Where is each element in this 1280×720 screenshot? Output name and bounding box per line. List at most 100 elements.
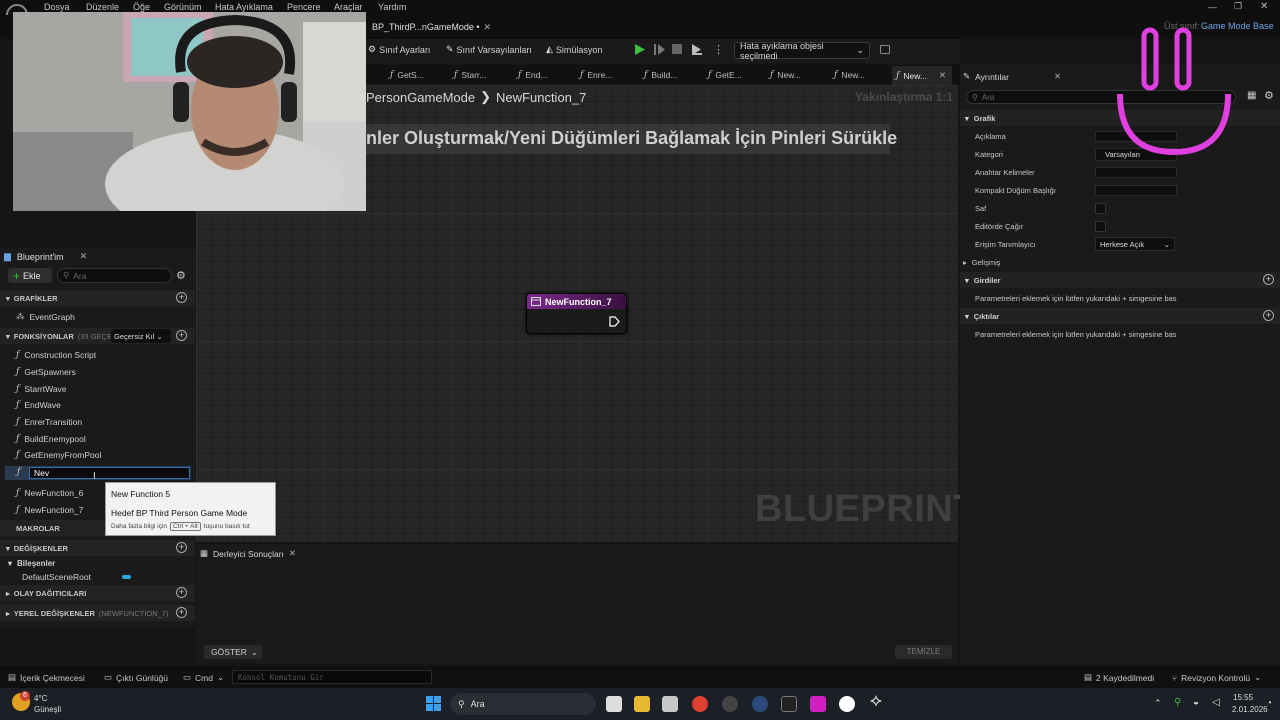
tab-new-function-5[interactable]: ƒ New... <box>770 70 801 80</box>
taskbar-search[interactable]: ⚲ Ara <box>450 693 596 715</box>
compact-title-field[interactable] <box>1095 185 1177 196</box>
call-in-editor-checkbox[interactable] <box>1095 221 1106 232</box>
obs-icon[interactable] <box>722 696 738 712</box>
menu-debug[interactable]: Hata Ayıklama <box>215 2 273 12</box>
list-item-function[interactable]: ƒ GetSpawners <box>16 367 76 377</box>
close-tab-icon[interactable]: ✕ <box>939 70 946 81</box>
list-item-event-graph[interactable]: ⁂ EventGraph <box>16 311 75 322</box>
pure-checkbox[interactable] <box>1095 203 1106 214</box>
cmd-dropdown[interactable]: ▭ Cmd ⌄ <box>183 672 224 683</box>
function-entry-node[interactable]: NewFunction_7 <box>526 293 627 334</box>
section-event-dispatchers[interactable]: ▸ OLAY DAĞITICILARI + <box>0 585 195 601</box>
output-log-button[interactable]: ▭ Çıktı Günlüğü <box>104 672 168 683</box>
my-blueprint-tab[interactable]: ▆ Blueprint'im ✕ <box>4 251 87 262</box>
task-view-icon[interactable] <box>606 696 622 712</box>
step-icon[interactable] <box>653 43 666 56</box>
stop-icon[interactable] <box>672 44 683 55</box>
file-explorer-icon[interactable] <box>634 696 650 712</box>
add-output-icon[interactable]: + <box>1263 310 1274 321</box>
app-pink-icon[interactable] <box>810 696 826 712</box>
find-icon[interactable] <box>880 45 890 54</box>
mic-icon[interactable]: ⚲ <box>1174 697 1181 708</box>
list-item-function[interactable]: ƒ NewFunction_6 <box>16 488 83 498</box>
steam-icon[interactable] <box>752 696 768 712</box>
clock-date[interactable]: 2.01.2026 <box>1232 705 1268 714</box>
list-item-function[interactable]: ƒ BuildEnemypool <box>16 434 86 444</box>
function-rename-input[interactable] <box>29 467 190 479</box>
add-dispatcher-icon[interactable]: + <box>176 587 187 598</box>
keywords-field[interactable] <box>1095 167 1177 178</box>
list-item-function[interactable]: ƒ StarrtWave <box>16 384 67 394</box>
exec-pin-icon[interactable] <box>609 316 620 327</box>
play-icon[interactable] <box>633 43 646 56</box>
eject-icon[interactable] <box>690 43 703 56</box>
close-tab-icon[interactable]: ✕ <box>80 251 88 262</box>
tab-get-spawners[interactable]: ƒ GetS... <box>390 70 424 80</box>
list-item-function[interactable]: ƒ NewFunction_7 <box>16 505 83 515</box>
minimize-icon[interactable]: — <box>1208 2 1217 12</box>
outputs-section[interactable]: ▾ Çıktılar + <box>960 308 1280 324</box>
notification-bell-icon[interactable]: ◔ <box>1266 698 1272 709</box>
close-tab-icon[interactable]: ✕ <box>1054 71 1061 82</box>
content-drawer-button[interactable]: ▤ İçerik Çekmecesi <box>8 672 85 683</box>
tab-new-function-7[interactable]: ƒ New... ✕ <box>896 70 946 81</box>
epic-games-icon[interactable] <box>781 696 797 712</box>
breadcrumb-parent[interactable]: PersonGameMode <box>366 90 475 105</box>
console-input[interactable]: Konsol Komutunu Gir <box>232 670 432 684</box>
table-view-icon[interactable]: ▦ <box>1247 90 1256 101</box>
inputs-section[interactable]: ▾ Girdiler + <box>960 272 1280 288</box>
menu-view[interactable]: Görünüm <box>164 2 202 12</box>
clock-time[interactable]: 15:55 <box>1233 693 1253 702</box>
list-item-function[interactable]: ƒ EndWave <box>16 400 61 410</box>
add-graph-icon[interactable]: + <box>176 292 187 303</box>
tab-end-wave[interactable]: ƒ End... <box>518 70 548 80</box>
menu-window[interactable]: Pencere <box>287 2 321 12</box>
tab-enrer-transition[interactable]: ƒ Enre... <box>580 70 612 80</box>
advanced-toggle[interactable]: ▸ Gelişmiş <box>963 258 1001 267</box>
close-tab-icon[interactable]: ✕ <box>289 548 296 559</box>
revision-control-button[interactable]: ⑂ Revizyon Kontrolü ⌄ <box>1172 672 1261 683</box>
network-icon[interactable]: ◒ <box>1193 697 1199 708</box>
class-defaults-button[interactable]: ✎ Sınıf Varsayılanları <box>446 44 532 55</box>
list-item-component[interactable]: DefaultSceneRoot <box>22 572 91 582</box>
settings-gear-icon[interactable]: ⚙ <box>1264 89 1274 102</box>
add-button[interactable]: + Ekle <box>8 268 52 283</box>
add-input-icon[interactable]: + <box>1263 274 1274 285</box>
blueprint-document-tab[interactable]: BP_ThirdP...nGameMode • ✕ <box>366 18 497 36</box>
windows-start-icon[interactable] <box>426 696 442 712</box>
list-item-function[interactable]: ƒ GetEnemyFromPool <box>16 450 101 460</box>
menu-tools[interactable]: Araçlar <box>334 2 363 12</box>
chrome-icon[interactable] <box>692 696 708 712</box>
section-graphs[interactable]: ▾ GRAFİKLER + <box>0 290 195 306</box>
clear-button[interactable]: TEMİZLE <box>895 645 952 659</box>
tab-starrt-wave[interactable]: ƒ Starr... <box>454 70 486 80</box>
details-tab[interactable]: ✎ Ayrıntılar ✕ <box>963 71 1061 82</box>
tab-build-enemy-pool[interactable]: ƒ Build... <box>644 70 677 80</box>
menu-edit[interactable]: Düzenle <box>86 2 119 12</box>
tab-get-enemy-from-pool[interactable]: ƒ GetE... <box>708 70 742 80</box>
unreal-engine-icon[interactable] <box>839 696 855 712</box>
simulation-button[interactable]: ◭ Simülasyon <box>546 44 602 55</box>
blueprint-search-input[interactable]: ⚲ Ara <box>57 268 172 283</box>
show-button[interactable]: GÖSTER ⌄ <box>204 645 262 659</box>
menu-file[interactable]: Dosya <box>44 2 70 12</box>
section-local-variables[interactable]: ▸ YEREL DEĞİŞKENLER (NEWFUNCTION_7) + <box>0 605 195 621</box>
access-specifier-select[interactable]: Herkese Açık ⌄ <box>1095 237 1175 251</box>
menu-help[interactable]: Yardım <box>378 2 406 12</box>
close-tab-icon[interactable]: ✕ <box>484 22 492 33</box>
debug-object-select[interactable]: Hata ayıklama objesi seçilmedi ⌄ <box>734 41 870 61</box>
add-function-icon[interactable]: + <box>176 330 187 341</box>
volume-icon[interactable]: ◁ <box>1212 697 1220 708</box>
compiler-results-tab[interactable]: ▦ Derleyici Sonuçları ✕ <box>200 548 296 559</box>
list-item-function[interactable]: ƒ EnrerTransition <box>16 417 82 427</box>
components-group[interactable]: ▾ Bileşenler <box>8 559 55 568</box>
list-item-function[interactable]: ƒ Construction Script <box>16 350 96 360</box>
add-variable-icon[interactable]: + <box>176 542 187 553</box>
store-icon[interactable] <box>662 696 678 712</box>
more-options-icon[interactable]: ⋮ <box>713 43 724 56</box>
maximize-icon[interactable]: ❐ <box>1234 1 1242 12</box>
override-dropdown[interactable]: Geçersiz Kıl ⌄ <box>111 329 171 343</box>
tray-chevron-icon[interactable]: ⌃ <box>1154 698 1162 709</box>
section-macros[interactable]: MAKROLAR <box>0 520 105 536</box>
class-settings-button[interactable]: ⚙ Sınıf Ayarları <box>368 44 430 55</box>
